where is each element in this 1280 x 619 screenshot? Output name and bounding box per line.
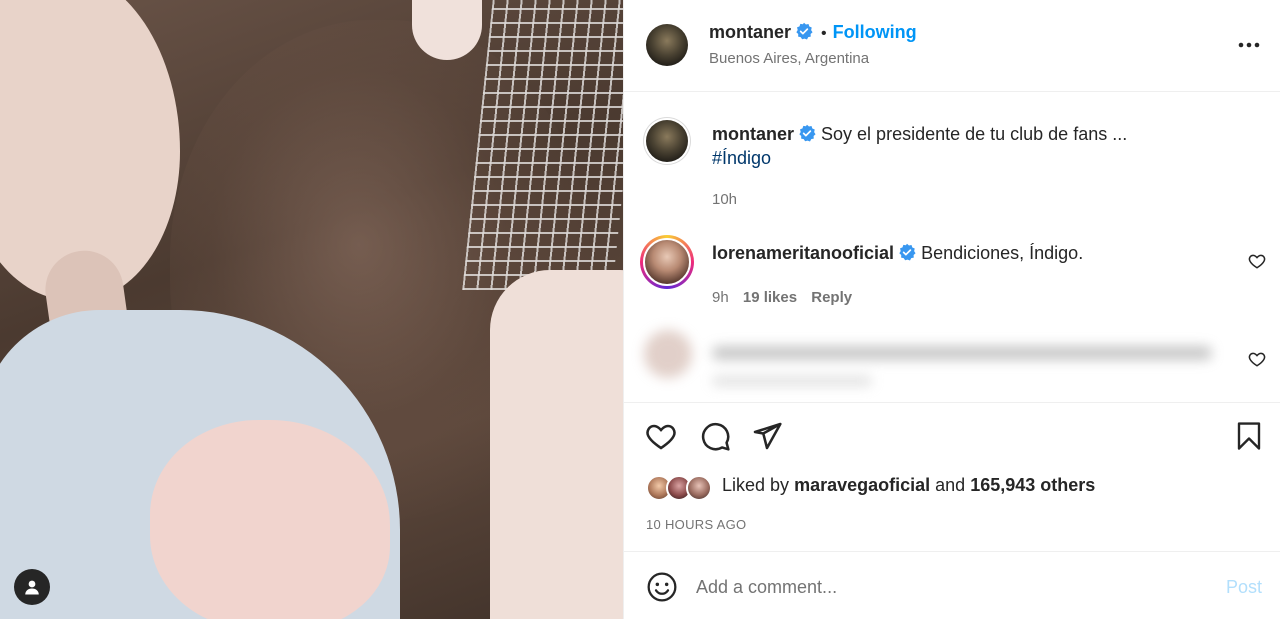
likes-connector: and — [935, 475, 966, 495]
header-separator: • — [821, 25, 827, 42]
blurred-comment — [640, 324, 1220, 402]
likes-summary: Liked by maravegaoficial and 165,943 oth… — [722, 475, 1095, 496]
comment-like-heart-icon[interactable] — [1248, 350, 1268, 370]
comment-text: Bendiciones, Índigo. — [921, 243, 1084, 263]
following-button[interactable]: Following — [833, 22, 917, 42]
comment-composer: Post — [624, 553, 1280, 619]
verified-badge-icon — [798, 124, 816, 148]
paper-plane-icon[interactable] — [750, 419, 784, 453]
comment-likes[interactable]: 19 likes — [743, 289, 797, 306]
caption-time: 10h — [712, 191, 738, 208]
comment-meta: 9h 19 likes Reply — [712, 289, 852, 306]
likes-prefix: Liked by — [722, 475, 790, 495]
likes-others[interactable]: 165,943 others — [970, 475, 1095, 495]
comment-line: lorenameritanooficial Bendiciones, Índig… — [712, 241, 1083, 267]
heart-icon[interactable] — [644, 419, 678, 453]
post-details-panel: montaner • Following Buenos Aires, Argenti… — [623, 0, 1280, 619]
comment-reply-button[interactable]: Reply — [811, 289, 852, 306]
author-username[interactable]: montaner — [709, 22, 791, 42]
post-header: montaner • Following Buenos Aires, Argenti… — [624, 0, 1280, 92]
comment-username[interactable]: lorenameritanooficial — [712, 243, 894, 263]
commenter-avatar[interactable] — [640, 235, 694, 289]
instagram-post-view: montaner • Following Buenos Aires, Argenti… — [0, 0, 1280, 619]
comment-icon[interactable] — [698, 419, 732, 453]
comments-list[interactable]: montaner Soy el presidente de tu club de… — [624, 92, 1280, 402]
media-crib-rail — [462, 0, 623, 290]
media-hand-right — [490, 270, 623, 619]
bookmark-icon[interactable] — [1232, 419, 1266, 453]
caption-line: montaner Soy el presidente de tu club de… — [712, 122, 1127, 148]
comment-input[interactable] — [696, 567, 1196, 607]
caption-author-avatar[interactable] — [646, 120, 688, 162]
caption-username[interactable]: montaner — [712, 124, 794, 144]
author-avatar[interactable] — [646, 24, 688, 66]
liker-avatar[interactable] — [686, 475, 712, 501]
more-options-icon[interactable] — [1234, 30, 1264, 60]
post-timestamp[interactable]: 10 HOURS AGO — [646, 517, 746, 532]
post-location[interactable]: Buenos Aires, Argentina — [709, 50, 869, 67]
verified-badge-icon — [898, 243, 916, 267]
post-actions: Liked by maravegaoficial and 165,943 oth… — [624, 402, 1280, 552]
caption-text: Soy el presidente de tu club de fans ... — [821, 124, 1128, 144]
verified-badge-icon — [795, 22, 813, 45]
comment-like-heart-icon[interactable] — [1248, 252, 1268, 272]
post-comment-button[interactable]: Post — [1226, 577, 1262, 598]
header-author: montaner • Following — [709, 22, 917, 45]
post-media-image[interactable] — [0, 0, 623, 619]
user-tag-icon[interactable] — [14, 569, 50, 605]
caption-hashtag[interactable]: #Índigo — [712, 146, 771, 170]
media-baby-hand — [150, 420, 390, 619]
likes-user[interactable]: maravegaoficial — [794, 475, 930, 495]
emoji-icon[interactable] — [646, 571, 678, 603]
comment-time: 9h — [712, 289, 729, 306]
